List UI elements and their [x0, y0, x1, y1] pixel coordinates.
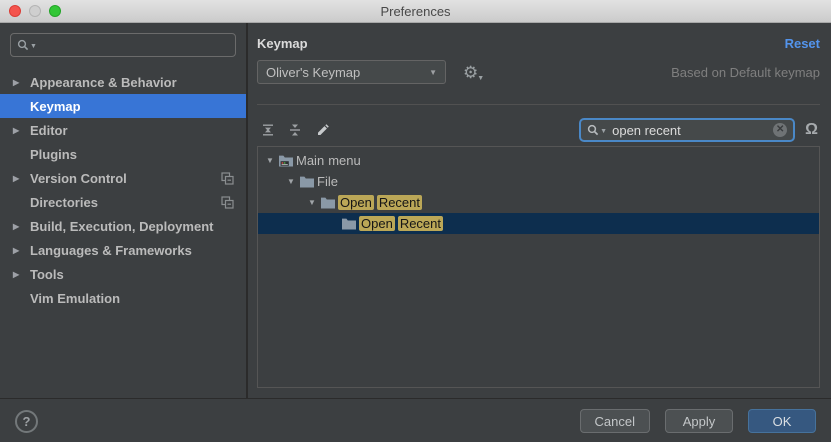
- keymap-dropdown[interactable]: Oliver's Keymap ▼: [257, 60, 446, 84]
- keymap-tree: ▼Mainmenu▼File▼OpenRecentOpenRecent: [257, 146, 820, 388]
- sidebar-item-label: Languages & Frameworks: [30, 243, 234, 258]
- tree-row-open-recent[interactable]: ▼ OpenRecent: [258, 192, 819, 213]
- tree-row-label: Main menu: [296, 153, 365, 168]
- sidebar-item-version-control[interactable]: ▶Version Control: [0, 166, 246, 190]
- tree-word: Main: [296, 153, 324, 168]
- settings-sidebar: ▼ ▶Appearance & BehaviorKeymap▶EditorPlu…: [0, 23, 248, 398]
- traffic-lights: [9, 5, 61, 17]
- zoom-icon[interactable]: [49, 5, 61, 17]
- help-button[interactable]: ?: [15, 410, 38, 433]
- expand-all-icon: [261, 123, 275, 137]
- reset-link[interactable]: Reset: [785, 36, 820, 51]
- titlebar: Preferences: [0, 0, 831, 23]
- sidebar-item-vim-emulation[interactable]: Vim Emulation: [0, 286, 246, 310]
- search-match: Recent: [398, 216, 443, 231]
- dialog-buttons: Cancel Apply OK: [580, 409, 816, 433]
- tree-row-open-recent[interactable]: OpenRecent: [258, 213, 819, 234]
- header-separator: [257, 104, 820, 105]
- collapse-all-button[interactable]: [284, 119, 306, 141]
- sidebar-item-label: Appearance & Behavior: [30, 75, 234, 90]
- sidebar-item-label: Editor: [30, 123, 234, 138]
- based-on-label: Based on Default keymap: [671, 65, 820, 80]
- tree-row-main-menu[interactable]: ▼ Main menu: [258, 150, 819, 171]
- tree-row-label: File: [317, 174, 342, 189]
- chevron-down-icon: ▼: [30, 43, 37, 50]
- pencil-icon: [315, 123, 330, 138]
- sidebar-item-label: Vim Emulation: [30, 291, 234, 306]
- sidebar-search-input[interactable]: [41, 37, 229, 54]
- sidebar-item-label: Version Control: [30, 171, 217, 186]
- action-search-input[interactable]: [610, 122, 773, 139]
- ok-button[interactable]: OK: [748, 409, 816, 433]
- tree-word: menu: [328, 153, 361, 168]
- sidebar-item-tools[interactable]: ▶Tools: [0, 262, 246, 286]
- sidebar-item-directories[interactable]: Directories: [0, 190, 246, 214]
- menu-folder-icon: [278, 154, 296, 167]
- collapse-all-icon: [288, 123, 302, 137]
- keymap-dropdown-value: Oliver's Keymap: [266, 65, 360, 80]
- edit-shortcut-button[interactable]: [311, 119, 333, 141]
- chevron-down-icon: ▼: [304, 198, 320, 207]
- window-title: Preferences: [380, 4, 450, 19]
- sidebar-item-keymap[interactable]: Keymap: [0, 94, 246, 118]
- chevron-right-icon: ▶: [13, 126, 30, 135]
- footer-bar: ? Cancel Apply OK: [0, 398, 831, 442]
- folder-icon: [341, 217, 359, 230]
- sidebar-item-appearance-behavior[interactable]: ▶Appearance & Behavior: [0, 70, 246, 94]
- folder-icon: [320, 196, 338, 209]
- find-by-shortcut-icon[interactable]: Ω: [805, 121, 818, 139]
- tree-row-label: OpenRecent: [338, 195, 425, 210]
- search-icon: ▼: [17, 39, 37, 51]
- sidebar-item-label: Keymap: [30, 99, 234, 114]
- action-search-field[interactable]: ▼ ✕: [579, 118, 795, 142]
- search-match: Open: [338, 195, 374, 210]
- clear-search-icon[interactable]: ✕: [773, 123, 787, 137]
- sidebar-item-plugins[interactable]: Plugins: [0, 142, 246, 166]
- chevron-right-icon: ▶: [13, 222, 30, 231]
- sidebar-item-label: Tools: [30, 267, 234, 282]
- keymap-panel: Keymap Reset Oliver's Keymap ▼ ⚙ ▼ Based…: [248, 23, 831, 398]
- folder-icon: [299, 175, 317, 188]
- shared-settings-icon: [221, 172, 234, 185]
- sidebar-item-label: Directories: [30, 195, 217, 210]
- shared-settings-icon: [221, 196, 234, 209]
- tree-row-file[interactable]: ▼ File: [258, 171, 819, 192]
- search-icon: ▼: [587, 124, 607, 136]
- preferences-window: Preferences ▼ ▶Appearance & BehaviorKeym…: [0, 0, 831, 442]
- expand-all-button[interactable]: [257, 119, 279, 141]
- sidebar-item-build-execution-deployment[interactable]: ▶Build, Execution, Deployment: [0, 214, 246, 238]
- sidebar-item-editor[interactable]: ▶Editor: [0, 118, 246, 142]
- tree-word: File: [317, 174, 338, 189]
- tree-row-label: OpenRecent: [359, 216, 446, 231]
- keymap-settings-button[interactable]: ⚙ ▼: [463, 64, 484, 81]
- sidebar-item-label: Plugins: [30, 147, 234, 162]
- sidebar-item-label: Build, Execution, Deployment: [30, 219, 234, 234]
- sidebar-item-languages-frameworks[interactable]: ▶Languages & Frameworks: [0, 238, 246, 262]
- chevron-right-icon: ▶: [13, 246, 30, 255]
- gear-icon: ⚙: [463, 64, 478, 81]
- chevron-down-icon: ▼: [600, 128, 607, 135]
- page-title: Keymap: [257, 36, 308, 51]
- apply-button[interactable]: Apply: [665, 409, 733, 433]
- chevron-down-icon: ▼: [262, 156, 278, 165]
- chevron-right-icon: ▶: [13, 174, 30, 183]
- chevron-down-icon: ▼: [283, 177, 299, 186]
- search-match: Recent: [377, 195, 422, 210]
- chevron-down-icon: ▼: [429, 68, 437, 77]
- content: ▼ ▶Appearance & BehaviorKeymap▶EditorPlu…: [0, 23, 831, 398]
- chevron-right-icon: ▶: [13, 270, 30, 279]
- cancel-button[interactable]: Cancel: [580, 409, 650, 433]
- sidebar-search-field[interactable]: ▼: [10, 33, 236, 57]
- chevron-right-icon: ▶: [13, 78, 30, 87]
- search-match: Open: [359, 216, 395, 231]
- close-icon[interactable]: [9, 5, 21, 17]
- chevron-down-icon: ▼: [477, 75, 484, 82]
- sidebar-nav: ▶Appearance & BehaviorKeymap▶EditorPlugi…: [0, 70, 246, 310]
- minimize-icon[interactable]: [29, 5, 41, 17]
